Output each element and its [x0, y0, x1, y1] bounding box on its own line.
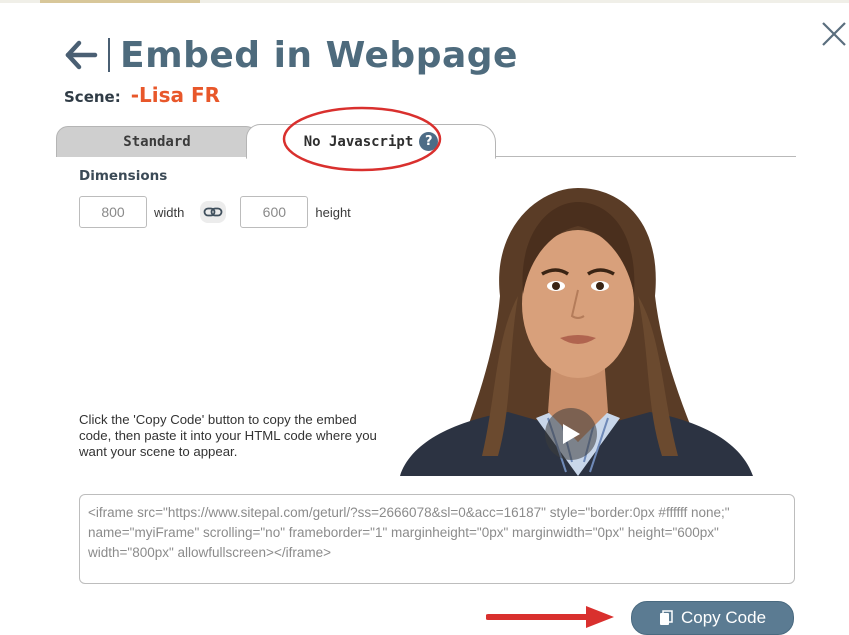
tab-standard-label: Standard — [123, 134, 191, 150]
link-dimensions-button[interactable] — [200, 201, 227, 223]
back-button[interactable] — [64, 37, 100, 73]
top-strip-accent — [40, 0, 200, 3]
top-strip — [0, 0, 849, 3]
arrow-left-icon — [65, 40, 98, 70]
scene-info: Scene: -Lisa FR — [64, 83, 220, 107]
question-circle-icon[interactable]: ? — [419, 132, 439, 151]
height-input[interactable] — [240, 196, 309, 228]
instructions-text: Click the 'Copy Code' button to copy the… — [79, 412, 377, 459]
chain-link-icon — [203, 207, 223, 217]
dialog-header: Embed in Webpage — [64, 30, 518, 80]
tab-no-javascript-label: No Javascript — [303, 133, 414, 150]
dimensions-row: width height — [79, 196, 361, 228]
scene-label: Scene: — [64, 88, 121, 106]
height-label: height — [315, 204, 351, 220]
close-button[interactable] — [818, 18, 849, 50]
title-separator — [108, 38, 110, 72]
copy-code-button[interactable]: Copy Code — [631, 601, 794, 635]
copy-code-label: Copy Code — [680, 608, 767, 627]
play-button[interactable] — [545, 408, 597, 460]
play-icon — [563, 424, 580, 444]
annotation-red-arrow — [486, 606, 614, 628]
copy-icon — [659, 610, 673, 626]
embed-code-textarea[interactable]: <iframe src="https://www.sitepal.com/get… — [79, 494, 795, 584]
page-title: Embed in Webpage — [120, 34, 518, 76]
tab-standard[interactable]: Standard — [56, 126, 258, 157]
scene-name: -Lisa FR — [130, 83, 221, 107]
close-icon — [822, 22, 846, 46]
width-label: width — [154, 204, 185, 220]
width-input[interactable] — [79, 196, 147, 228]
dimensions-title: Dimensions — [79, 168, 168, 184]
tab-no-javascript[interactable]: No Javascript ? — [246, 124, 496, 159]
